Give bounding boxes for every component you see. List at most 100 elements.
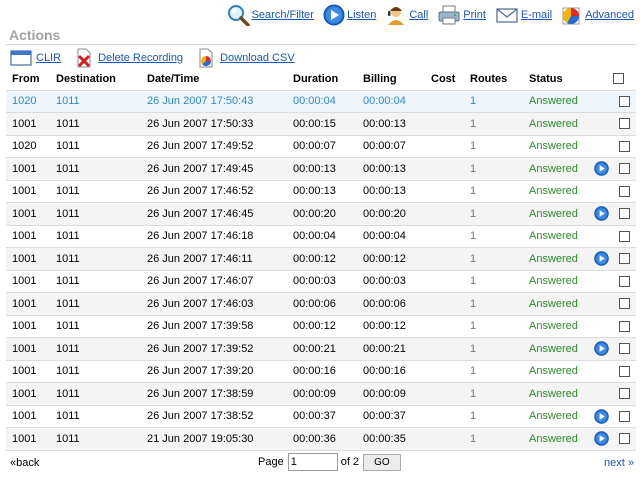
play-icon[interactable] <box>594 341 609 356</box>
table-row[interactable]: 1001 1011 26 Jun 2007 17:46:11 00:00:12 00:0… <box>6 247 636 271</box>
table-row[interactable]: 1001 1011 26 Jun 2007 17:50:33 00:00:15 00:0… <box>6 112 636 135</box>
cell-select <box>613 293 636 316</box>
page-count-label: of 2 <box>340 456 360 468</box>
row-checkbox[interactable] <box>619 230 630 242</box>
play-icon[interactable] <box>594 431 609 446</box>
cell-billing: 00:00:16 <box>363 365 406 378</box>
cell-status: Answered <box>529 207 578 220</box>
cell-duration: 00:00:13 <box>293 185 336 198</box>
cell-routes: 1 <box>464 90 523 113</box>
table-row[interactable]: 1001 1011 26 Jun 2007 17:38:59 00:00:09 00:0… <box>6 382 636 405</box>
row-checkbox[interactable] <box>619 365 630 377</box>
select-all-checkbox-cell <box>613 68 636 90</box>
row-checkbox[interactable] <box>619 208 630 220</box>
row-checkbox[interactable] <box>619 185 630 197</box>
cell-billing: 00:00:03 <box>363 275 406 288</box>
clir-button[interactable]: CLIR <box>10 49 61 67</box>
go-button[interactable]: GO <box>363 453 401 471</box>
cell-select <box>613 405 636 428</box>
table-row[interactable]: 1001 1011 26 Jun 2007 17:46:52 00:00:13 00:0… <box>6 180 636 203</box>
back-link[interactable]: «back <box>10 457 39 469</box>
cell-routes: 1 <box>470 162 477 175</box>
advanced-label: Advanced <box>585 9 634 21</box>
table-body: 1020 1011 26 Jun 2007 17:50:43 00:00:04 00:0… <box>6 90 636 450</box>
row-checkbox[interactable] <box>619 163 630 175</box>
table-row[interactable]: 1001 1011 21 Jun 2007 19:05:30 00:00:36 00:0… <box>6 427 636 450</box>
cell-listen <box>590 270 613 293</box>
column-header-datetime[interactable]: Date/Time <box>141 68 287 90</box>
column-header-billing[interactable]: Billing <box>357 68 425 90</box>
column-header-destination[interactable]: Destination <box>50 68 141 90</box>
cell-duration: 00:00:03 <box>293 275 336 288</box>
play-icon[interactable] <box>594 206 609 221</box>
cell-listen <box>590 90 613 113</box>
row-checkbox[interactable] <box>619 253 630 265</box>
row-checkbox[interactable] <box>619 95 630 107</box>
row-checkbox[interactable] <box>619 118 630 130</box>
play-icon[interactable] <box>594 251 609 266</box>
row-checkbox[interactable] <box>619 343 630 355</box>
call-button[interactable]: Call <box>385 4 428 26</box>
play-icon[interactable] <box>594 161 609 176</box>
row-checkbox[interactable] <box>619 410 630 422</box>
table-row[interactable]: 1001 1011 26 Jun 2007 17:39:20 00:00:16 00:0… <box>6 360 636 383</box>
table-row[interactable]: 1001 1011 26 Jun 2007 17:46:18 00:00:04 00:0… <box>6 225 636 248</box>
actions-bar: CLIR Delete Recording Download CSV <box>10 48 308 68</box>
column-header-cost[interactable]: Cost <box>425 68 464 90</box>
email-button[interactable]: E-mail <box>495 4 552 26</box>
row-checkbox[interactable] <box>619 433 630 445</box>
cell-datetime: 26 Jun 2007 17:50:33 <box>147 117 254 130</box>
table-row[interactable]: 1001 1011 26 Jun 2007 17:46:45 00:00:20 00:0… <box>6 202 636 226</box>
cell-status: Answered <box>529 117 578 130</box>
cell-cost <box>425 248 464 271</box>
column-header-duration[interactable]: Duration <box>287 68 357 90</box>
cell-status: Answered <box>529 275 578 288</box>
cell-datetime: 26 Jun 2007 17:49:45 <box>147 162 254 175</box>
cell-select <box>613 315 636 338</box>
advanced-button[interactable]: Advanced <box>561 4 634 26</box>
page-number-input[interactable] <box>287 453 338 471</box>
cell-billing: 00:00:07 <box>363 140 406 153</box>
next-link[interactable]: next » <box>604 457 634 469</box>
listen-button[interactable]: Listen <box>323 4 376 26</box>
cell-from: 1020 <box>12 140 37 153</box>
cell-duration: 00:00:16 <box>293 365 336 378</box>
search-filter-button[interactable]: Search/Filter <box>226 4 314 26</box>
cell-status: Answered <box>529 320 578 333</box>
cell-select <box>613 180 636 203</box>
row-checkbox[interactable] <box>619 388 630 400</box>
cell-select <box>613 203 636 226</box>
table-row[interactable]: 1020 1011 26 Jun 2007 17:50:43 00:00:04 00:0… <box>6 90 636 113</box>
print-button[interactable]: Print <box>437 4 486 26</box>
table-row[interactable]: 1001 1011 26 Jun 2007 17:49:45 00:00:13 00:0… <box>6 157 636 181</box>
column-header-from[interactable]: From <box>6 68 50 90</box>
row-checkbox[interactable] <box>619 140 630 152</box>
cell-listen <box>590 315 613 338</box>
pagination-bar: «back Page of 2 GO next » <box>0 453 640 473</box>
cell-status: Answered <box>529 140 578 153</box>
table-row[interactable]: 1001 1011 26 Jun 2007 17:46:07 00:00:03 00:0… <box>6 270 636 293</box>
row-checkbox[interactable] <box>619 298 630 310</box>
table-row[interactable]: 1001 1011 26 Jun 2007 17:38:52 00:00:37 00:0… <box>6 405 636 428</box>
row-checkbox[interactable] <box>619 320 630 332</box>
download-csv-button[interactable]: Download CSV <box>196 48 295 68</box>
row-checkbox[interactable] <box>619 275 630 287</box>
table-row[interactable]: 1001 1011 26 Jun 2007 17:46:03 00:00:06 00:0… <box>6 292 636 316</box>
table-row[interactable]: 1020 1011 26 Jun 2007 17:49:52 00:00:07 00:0… <box>6 135 636 158</box>
select-all-checkbox[interactable] <box>613 73 624 85</box>
table-row[interactable]: 1001 1011 26 Jun 2007 17:39:58 00:00:12 00:0… <box>6 315 636 338</box>
cell-duration: 00:00:07 <box>293 140 336 153</box>
delete-recording-button[interactable]: Delete Recording <box>74 48 183 68</box>
play-icon[interactable] <box>594 409 609 424</box>
cell-listen <box>590 293 613 316</box>
column-header-status[interactable]: Status <box>523 68 590 90</box>
cell-billing: 00:00:20 <box>363 207 406 220</box>
table-row[interactable]: 1001 1011 26 Jun 2007 17:39:52 00:00:21 00:0… <box>6 337 636 360</box>
cell-datetime: 26 Jun 2007 17:46:18 <box>147 230 254 243</box>
cell-destination: 1011 <box>56 140 80 153</box>
cell-listen <box>590 158 613 181</box>
envelope-icon <box>496 8 518 23</box>
cell-select <box>613 158 636 181</box>
cell-destination: 1011 <box>56 117 80 130</box>
column-header-routes[interactable]: Routes <box>464 68 523 90</box>
